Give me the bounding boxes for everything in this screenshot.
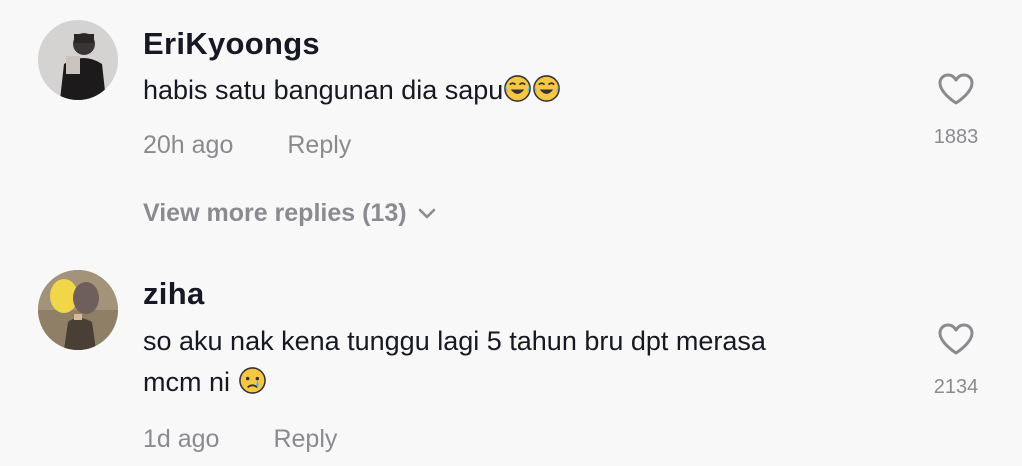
view-more-replies-label: View more replies (13) [143, 199, 407, 227]
like-button[interactable]: 2134 [918, 322, 994, 399]
reply-button[interactable]: Reply [287, 131, 351, 159]
tears-of-joy-emoji [532, 74, 561, 115]
avatar-photo-icon [38, 20, 118, 100]
crying-face-emoji [238, 366, 267, 407]
comment-text: habis satu bangunan dia sapu [143, 70, 903, 115]
like-button[interactable]: 1883 [918, 72, 994, 149]
comment-username[interactable]: ziha [143, 276, 205, 312]
view-more-replies-button[interactable]: View more replies (13) [143, 199, 437, 228]
tears-of-joy-emoji [503, 74, 532, 115]
chevron-down-icon [418, 209, 435, 219]
avatar[interactable] [38, 270, 118, 350]
heart-icon [938, 73, 974, 105]
comment-text: so aku nak kena tunggu lagi 5 tahun bru … [143, 321, 903, 407]
comment-text-line1: so aku nak kena tunggu lagi 5 tahun bru … [143, 326, 766, 356]
reply-button[interactable]: Reply [273, 425, 337, 453]
comment-username[interactable]: EriKyoongs [143, 26, 320, 62]
comment-text-line2: mcm ni [143, 367, 238, 397]
comment-meta: 1d ago Reply [143, 425, 337, 454]
like-count: 1883 [933, 126, 979, 148]
comment-timestamp: 20h ago [143, 131, 234, 159]
comment-text-content: habis satu bangunan dia sapu [143, 75, 504, 105]
avatar[interactable] [38, 20, 118, 100]
like-count: 2134 [933, 376, 979, 398]
avatar-photo-icon [38, 270, 118, 350]
comment-timestamp: 1d ago [143, 425, 220, 453]
heart-icon [938, 323, 974, 355]
comment-meta: 20h ago Reply [143, 131, 351, 160]
